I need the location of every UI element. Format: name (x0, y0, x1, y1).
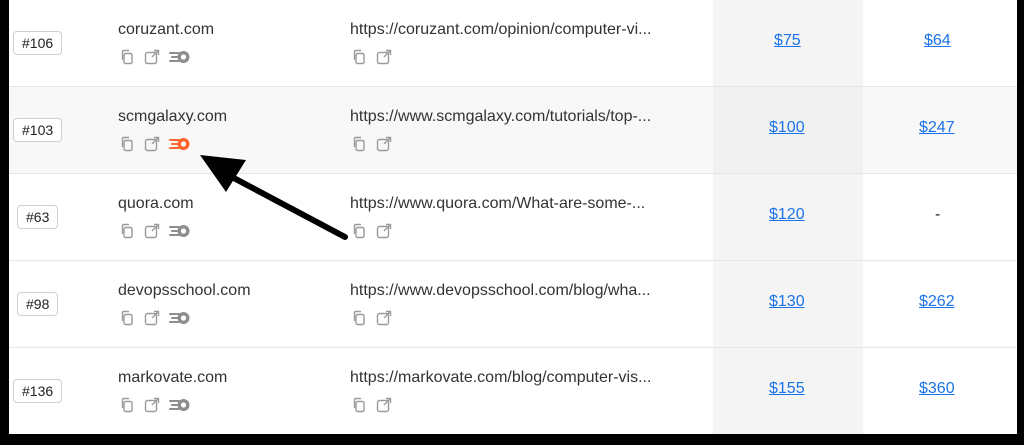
external-link-icon[interactable] (376, 223, 392, 239)
url-text[interactable]: https://www.scmgalaxy.com/tutorials/top-… (350, 108, 651, 126)
url-text[interactable]: https://markovate.com/blog/computer-vis.… (350, 369, 651, 387)
external-link-icon[interactable] (376, 136, 392, 152)
url-actions (351, 134, 392, 154)
external-link-icon[interactable] (376, 49, 392, 65)
domain-name[interactable]: coruzant.com (118, 21, 214, 39)
url-text[interactable]: https://www.devopsschool.com/blog/wha... (350, 282, 651, 300)
domain-name[interactable]: markovate.com (118, 369, 227, 387)
external-link-icon[interactable] (144, 223, 160, 239)
copy-icon[interactable] (351, 223, 367, 239)
rank-badge: #98 (17, 292, 59, 316)
table-row: #98 devopsschool.com https://www.devopss… (9, 261, 1017, 348)
domain-actions (119, 221, 191, 241)
domain-name[interactable]: quora.com (118, 195, 194, 213)
copy-icon[interactable] (119, 136, 135, 152)
url-actions (351, 47, 392, 67)
rank-badge: #103 (13, 118, 63, 142)
price-empty: - (935, 206, 941, 223)
table-row: #103 scmgalaxy.com https://www.scmgalaxy… (9, 87, 1017, 174)
domain-name[interactable]: devopsschool.com (118, 282, 251, 300)
results-table: #106 coruzant.com https://coruzant.com/o… (9, 0, 1017, 434)
domain-actions (119, 308, 191, 328)
price-link[interactable]: $120 (769, 206, 805, 224)
copy-icon[interactable] (119, 397, 135, 413)
url-text[interactable]: https://www.quora.com/What-are-some-... (350, 195, 645, 213)
copy-icon[interactable] (351, 136, 367, 152)
external-link-icon[interactable] (376, 397, 392, 413)
rank-badge: #63 (17, 205, 59, 229)
domain-name[interactable]: scmgalaxy.com (118, 108, 227, 126)
rank-badge: #136 (13, 379, 63, 403)
semrush-icon[interactable] (169, 49, 191, 65)
table-row: #63 quora.com https://www.quora.com/What… (9, 174, 1017, 261)
domain-actions (119, 47, 191, 67)
domain-actions (119, 395, 191, 415)
copy-icon[interactable] (351, 310, 367, 326)
rank-badge: #106 (13, 31, 63, 55)
price-link[interactable]: $64 (924, 32, 951, 50)
price-link[interactable]: $247 (919, 119, 955, 137)
copy-icon[interactable] (119, 49, 135, 65)
copy-icon[interactable] (351, 397, 367, 413)
url-actions (351, 308, 392, 328)
copy-icon[interactable] (119, 310, 135, 326)
semrush-icon[interactable] (169, 397, 191, 413)
copy-icon[interactable] (119, 223, 135, 239)
external-link-icon[interactable] (144, 397, 160, 413)
url-actions (351, 395, 392, 415)
price-link[interactable]: $75 (774, 32, 801, 50)
price-link[interactable]: $130 (769, 293, 805, 311)
external-link-icon[interactable] (144, 49, 160, 65)
external-link-icon[interactable] (144, 136, 160, 152)
table-row: #136 markovate.com https://markovate.com… (9, 348, 1017, 434)
external-link-icon[interactable] (376, 310, 392, 326)
domain-actions (119, 134, 191, 154)
semrush-icon[interactable] (169, 310, 191, 326)
semrush-icon[interactable] (169, 223, 191, 239)
copy-icon[interactable] (351, 49, 367, 65)
semrush-icon[interactable] (169, 136, 191, 152)
price-link[interactable]: $100 (769, 119, 805, 137)
url-actions (351, 221, 392, 241)
price-link[interactable]: $155 (769, 380, 805, 398)
url-text[interactable]: https://coruzant.com/opinion/computer-vi… (350, 21, 651, 39)
external-link-icon[interactable] (144, 310, 160, 326)
price-link[interactable]: $262 (919, 293, 955, 311)
table-row: #106 coruzant.com https://coruzant.com/o… (9, 0, 1017, 87)
price-link[interactable]: $360 (919, 380, 955, 398)
